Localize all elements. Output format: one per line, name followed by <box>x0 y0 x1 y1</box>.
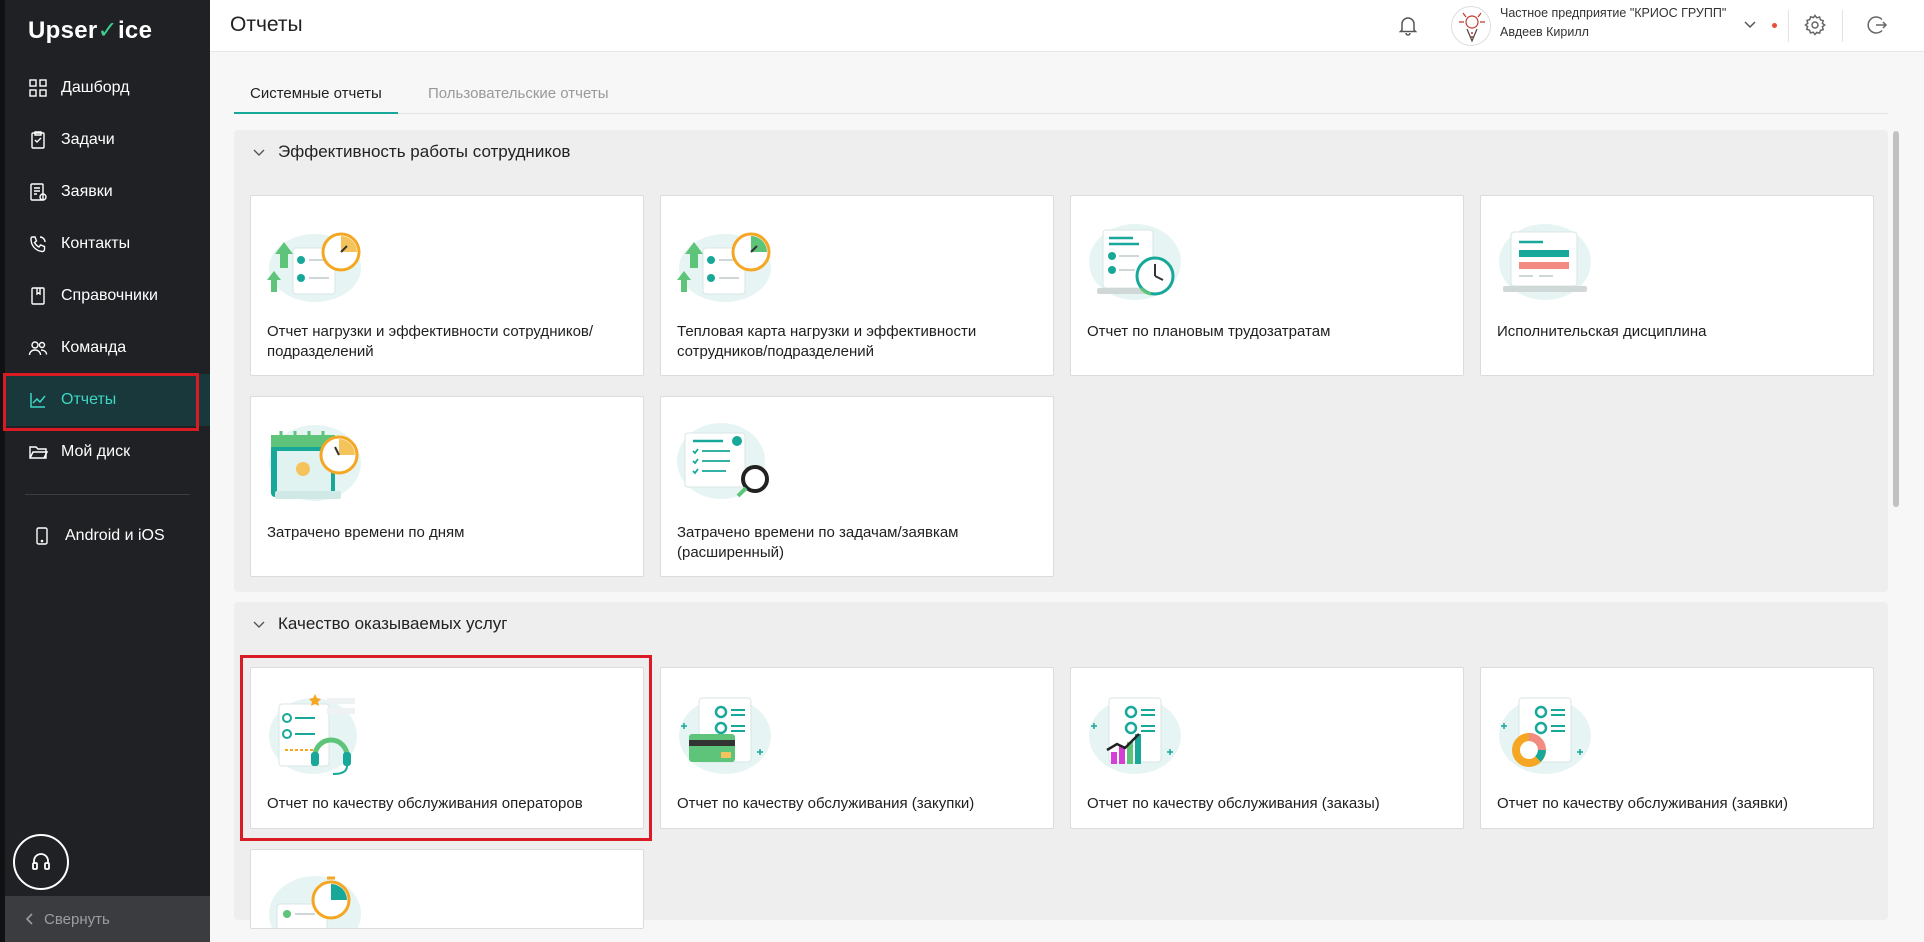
workload-efficiency-icon <box>267 232 361 302</box>
folder-icon <box>27 441 49 463</box>
sidebar-divider <box>25 494 190 495</box>
notifications-bell-icon[interactable] <box>1396 13 1420 37</box>
discipline-icon <box>1499 224 1591 300</box>
section-employee-efficiency: Эффективность работы сотрудников Отчет н… <box>234 130 1888 592</box>
sidebar-item-label: Команда <box>61 339 127 356</box>
sidebar-item-label: Заявки <box>61 183 113 200</box>
sidebar-item-dashboard[interactable]: Дашборд <box>5 62 210 114</box>
collapse-sidebar-button[interactable]: Свернуть <box>5 896 210 942</box>
sidebar-item-my-disk[interactable]: Мой диск <box>5 426 210 478</box>
sidebar-item-contacts[interactable]: Контакты <box>5 218 210 270</box>
sidebar-item-requests[interactable]: Заявки <box>5 166 210 218</box>
calendar-time-icon <box>269 425 361 501</box>
sidebar: Upser✓ice Дашборд Задачи Заявки Контакты… <box>0 0 210 942</box>
sidebar-item-label: Справочники <box>61 287 158 304</box>
phone-device-icon <box>31 525 53 547</box>
sidebar-item-label: Контакты <box>61 235 131 252</box>
collapse-label: Свернуть <box>44 910 110 928</box>
report-tabs: Системные отчеты Пользовательские отчеты <box>234 80 1888 114</box>
report-card-label: Отчет по качеству обслуживания (закупки) <box>677 795 975 812</box>
header-divider <box>1842 10 1843 42</box>
active-item-highlight <box>3 373 199 431</box>
report-card-label: Отчет нагрузки и эффективности сотрудник… <box>267 323 594 360</box>
chevron-left-icon <box>25 913 33 925</box>
report-card-label: Отчет по плановым трудозатратам <box>1087 323 1331 340</box>
section-title: Эффективность работы сотрудников <box>278 142 571 161</box>
chevron-down-icon <box>253 149 265 156</box>
report-card-partial[interactable] <box>250 849 644 929</box>
report-card-label: Отчет по качеству обслуживания (заявки) <box>1497 795 1789 812</box>
requests-icon <box>27 181 49 203</box>
chevron-down-icon[interactable] <box>1742 16 1758 32</box>
tasks-icon <box>27 129 49 151</box>
report-card[interactable]: Отчет по качеству обслуживания (закупки) <box>660 667 1054 829</box>
sidebar-item-directories[interactable]: Справочники <box>5 270 210 322</box>
chevron-down-icon <box>253 621 265 628</box>
orders-chart-icon <box>1089 697 1181 774</box>
report-card[interactable]: Исполнительская дисциплина <box>1480 195 1874 376</box>
vertical-scrollbar[interactable] <box>1893 131 1899 507</box>
report-card[interactable]: Отчет нагрузки и эффективности сотрудник… <box>250 195 644 376</box>
header-divider <box>1788 10 1789 42</box>
report-card[interactable]: Отчет по качеству обслуживания (заявки) <box>1480 667 1874 829</box>
section-title: Качество оказываемых услуг <box>278 614 508 633</box>
notification-dot <box>1772 23 1777 28</box>
report-card-label: Отчет по качеству обслуживания (заказы) <box>1087 795 1380 812</box>
support-button[interactable] <box>13 834 69 890</box>
report-card-label: Тепловая карта нагрузки и эффективности … <box>677 323 977 360</box>
report-card-label: Затрачено времени по дням <box>267 524 465 541</box>
headset-icon <box>32 853 50 870</box>
sidebar-item-team[interactable]: Команда <box>5 322 210 374</box>
book-icon <box>27 285 49 307</box>
company-name: Частное предприятие "КРИОС ГРУПП" <box>1500 6 1727 20</box>
report-card[interactable]: Затрачено времени по дням <box>250 396 644 577</box>
logout-icon[interactable] <box>1865 13 1889 37</box>
logo-prefix: Upser <box>28 17 98 44</box>
logo-check: ✓ <box>97 17 118 44</box>
report-card[interactable]: Тепловая карта нагрузки и эффективности … <box>660 195 1054 376</box>
heatmap-workload-icon <box>677 232 771 302</box>
team-icon <box>27 337 49 359</box>
report-card[interactable]: Отчет по качеству обслуживания (заказы) <box>1070 667 1464 829</box>
sidebar-item-mobile-apps[interactable]: Android и iOS <box>5 510 210 562</box>
sidebar-item-label: Задачи <box>61 131 115 148</box>
report-card[interactable]: Отчет по плановым трудозатратам <box>1070 195 1464 376</box>
requests-donut-icon <box>1499 697 1591 774</box>
section-header[interactable]: Качество оказываемых услуг <box>252 614 507 634</box>
avatar[interactable] <box>1451 6 1491 46</box>
tab-user-reports[interactable]: Пользовательские отчеты <box>412 80 624 114</box>
sidebar-item-tasks[interactable]: Задачи <box>5 114 210 166</box>
sidebar-item-label: Android и iOS <box>65 527 165 544</box>
report-card-label: Исполнительская дисциплина <box>1497 323 1707 340</box>
timer-report-icon <box>269 876 361 928</box>
page-title: Отчеты <box>230 13 303 36</box>
planned-labor-icon <box>1089 224 1181 300</box>
dashboard-icon <box>27 77 49 99</box>
gear-icon[interactable] <box>1803 13 1827 37</box>
logo-suffix: ice <box>117 17 153 44</box>
section-header[interactable]: Эффективность работы сотрудников <box>252 142 570 162</box>
phone-icon <box>27 233 49 255</box>
highlighted-card-outline <box>240 655 652 841</box>
user-name: Авдеев Кирилл <box>1500 25 1589 39</box>
app-logo[interactable]: Upser✓ice <box>28 16 152 45</box>
top-header: Отчеты Частное предприятие "КРИОС ГРУПП"… <box>210 0 1924 52</box>
tasks-search-icon <box>677 423 769 499</box>
purchases-card-icon <box>679 697 771 774</box>
tab-system-reports[interactable]: Системные отчеты <box>234 80 398 114</box>
sidebar-item-label: Дашборд <box>61 79 130 96</box>
sidebar-item-label: Мой диск <box>61 443 131 460</box>
report-card-label: Затрачено времени по задачам/заявкам (ра… <box>677 524 959 561</box>
report-card[interactable]: Затрачено времени по задачам/заявкам (ра… <box>660 396 1054 577</box>
